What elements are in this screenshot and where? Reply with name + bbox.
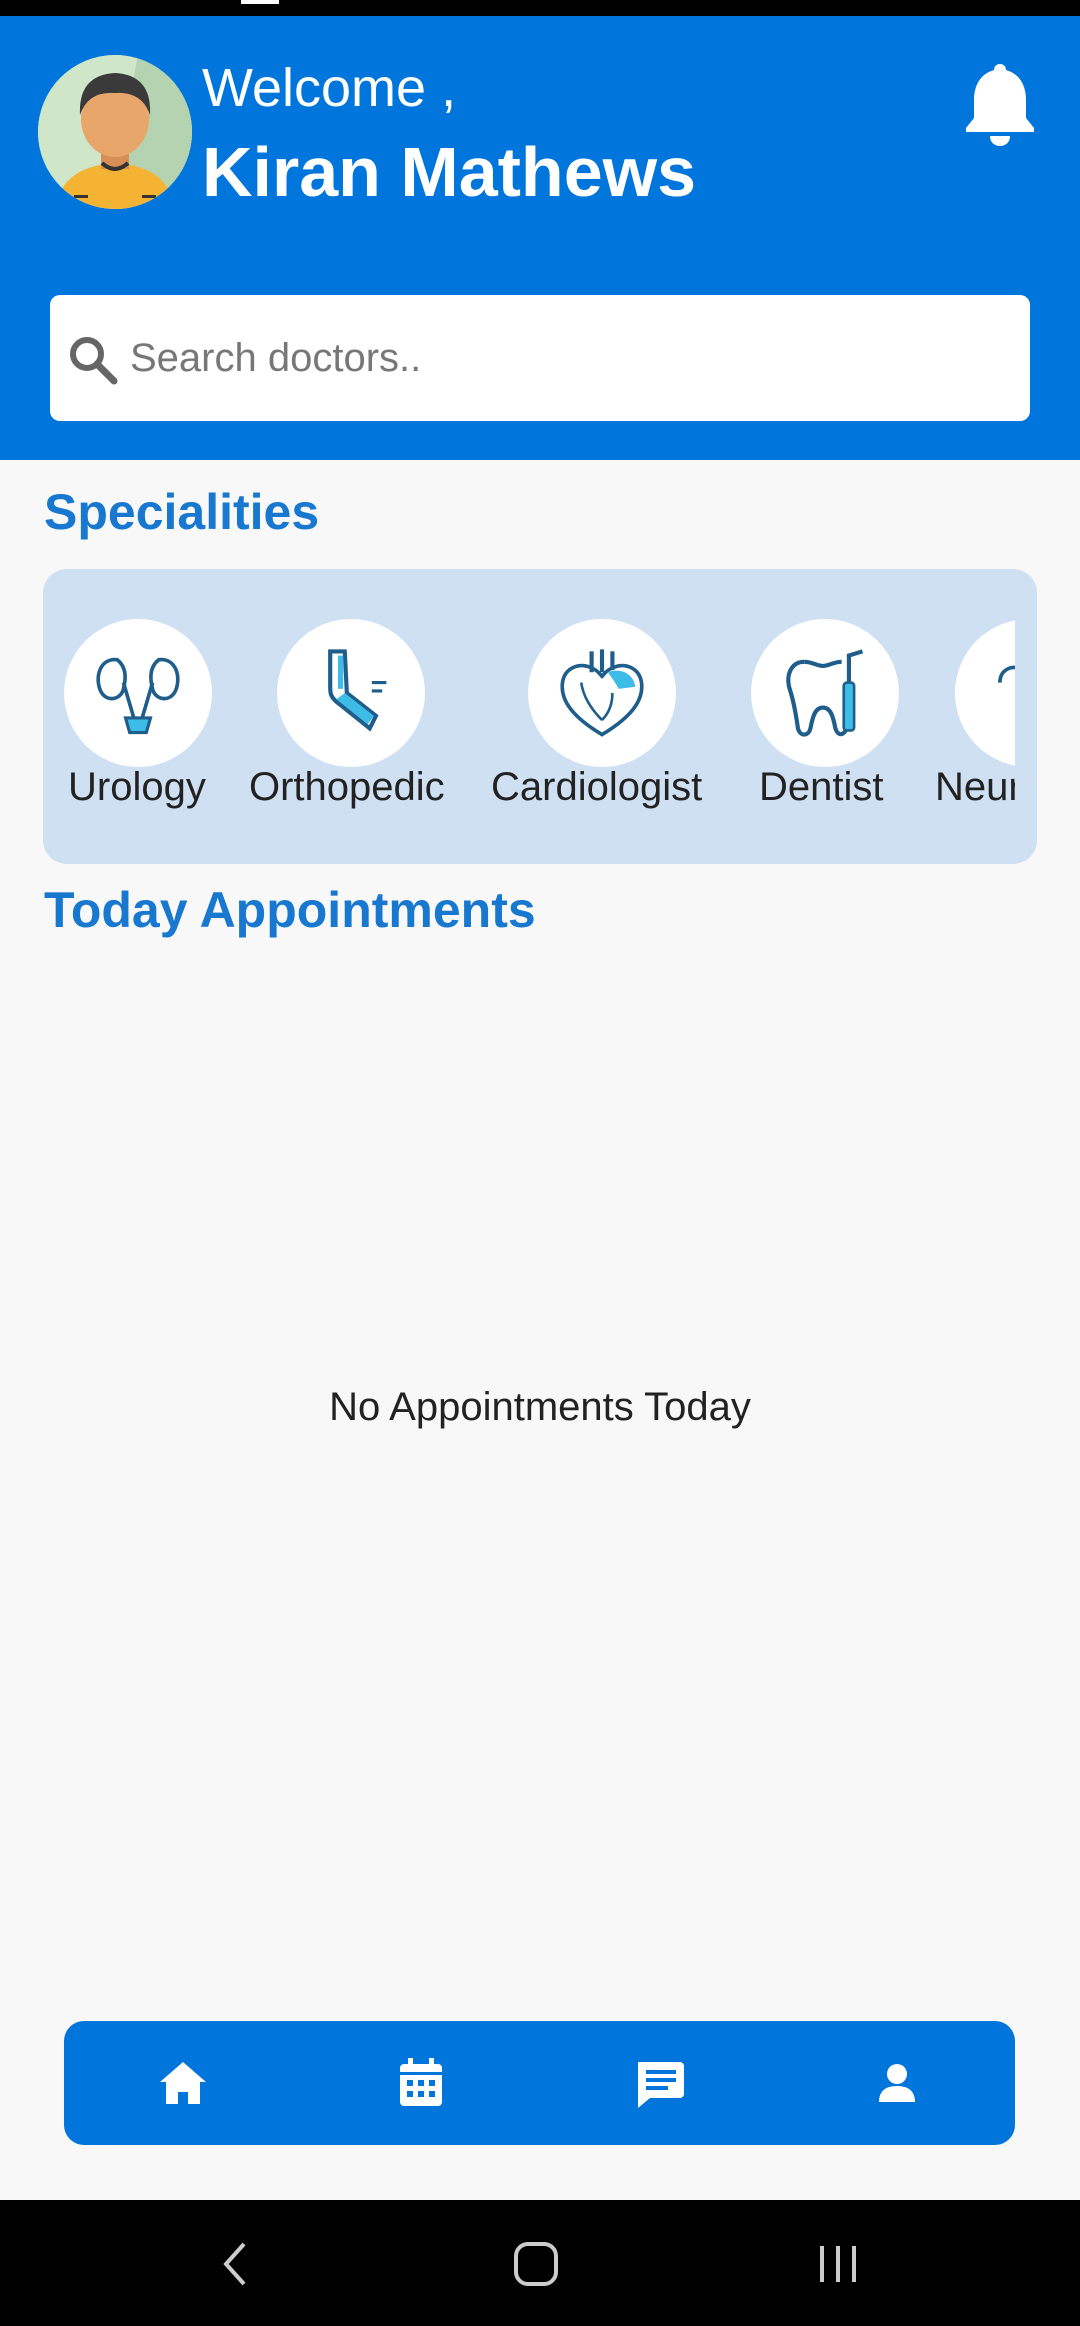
nav-profile-button[interactable]: [862, 2048, 932, 2118]
user-name: Kiran Mathews: [202, 133, 696, 211]
speciality-label: Orthopedic: [249, 765, 445, 809]
nav-messages-button[interactable]: [624, 2048, 694, 2118]
empty-appointments-message: No Appointments Today: [329, 1385, 751, 1429]
heart-icon: [528, 619, 676, 767]
bell-icon[interactable]: [962, 60, 1038, 148]
nav-home-button[interactable]: [148, 2048, 218, 2118]
person-icon: [879, 2064, 915, 2102]
back-icon[interactable]: [206, 2234, 266, 2294]
speciality-label: Dentist: [759, 765, 884, 809]
nav-calendar-button[interactable]: [386, 2048, 456, 2118]
status-indicator: [241, 0, 279, 4]
welcome-text: Welcome ,: [202, 58, 457, 118]
speciality-label: Urology: [68, 765, 206, 809]
user-avatar-icon[interactable]: [38, 55, 192, 209]
home-icon: [160, 2062, 206, 2104]
bone-joint-icon: [277, 619, 425, 767]
search-input[interactable]: [130, 295, 1010, 421]
tooth-icon: [751, 619, 899, 767]
specialities-title: Specialities: [44, 484, 320, 540]
kidney-icon: [64, 619, 212, 767]
system-navigation-bar: [0, 2200, 1080, 2326]
brain-icon: [955, 619, 1015, 767]
chat-icon: [638, 2062, 684, 2108]
bottom-navigation: [64, 2021, 1015, 2145]
search-icon: [70, 337, 118, 385]
recent-apps-icon[interactable]: [808, 2234, 868, 2294]
speciality-label: Cardiologist: [491, 765, 703, 809]
specialities-carousel[interactable]: Urology Orthopedic Cardiologist Dentist …: [43, 569, 1037, 864]
today-appointments-title: Today Appointments: [44, 882, 536, 938]
calendar-icon: [400, 2058, 442, 2106]
home-button-icon[interactable]: [506, 2234, 566, 2294]
specialities-list[interactable]: Urology Orthopedic Cardiologist Dentist …: [43, 569, 1015, 864]
status-bar: [0, 0, 1080, 16]
speciality-label: Neurologist: [935, 765, 1015, 809]
search-bar[interactable]: [50, 295, 1030, 421]
